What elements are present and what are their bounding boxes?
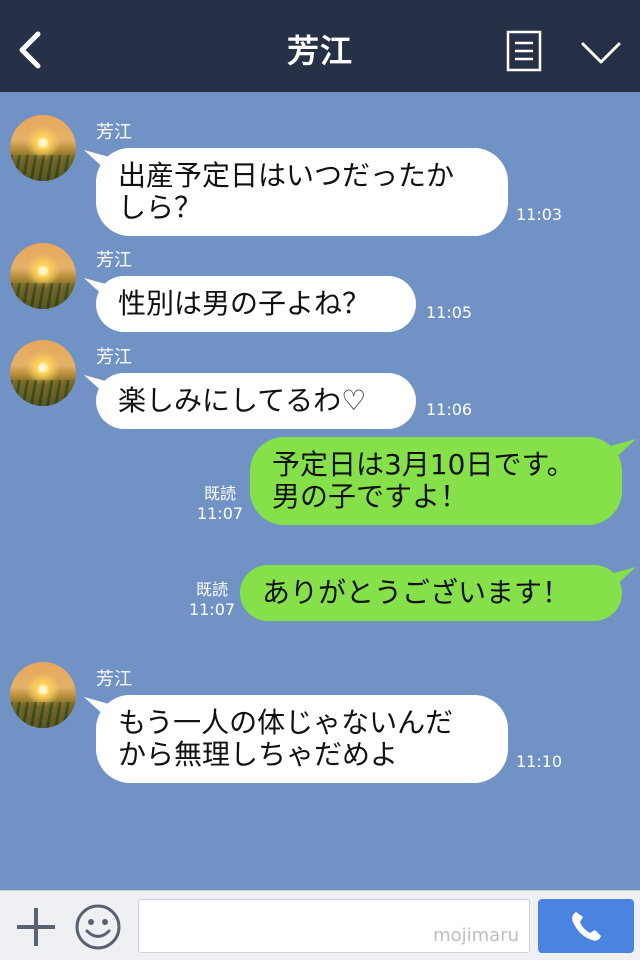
avatar[interactable] (10, 662, 76, 728)
message-text-line: もう一人の体じゃないんだ (118, 706, 454, 739)
read-label: 既読 (203, 484, 236, 503)
avatar[interactable] (10, 243, 76, 309)
bubble-tail (612, 439, 636, 461)
incoming-message-bubble[interactable]: 楽しみにしてるわ♡ (96, 373, 416, 429)
sender-name: 芳江 (96, 669, 132, 690)
message-input[interactable]: mojimaru (138, 899, 530, 953)
message-text: 性別は男の子よね？ (118, 287, 371, 320)
message-text-line: から無理しちゃだめよ (118, 738, 399, 771)
read-receipt: 既読 11:07 (196, 484, 244, 524)
message-text-line: しら？ (118, 191, 203, 224)
message-text: 楽しみにしてるわ♡ (118, 384, 367, 417)
incoming-message-bubble[interactable]: もう一人の体じゃないんだ から無理しちゃだめよ (96, 695, 508, 783)
read-label: 既読 (195, 580, 228, 599)
read-receipt: 既読 11:07 (186, 580, 238, 620)
watermark-text: mojimaru (433, 925, 519, 946)
message-time: 11:05 (426, 303, 473, 322)
incoming-message-bubble[interactable]: 性別は男の子よね？ (96, 276, 416, 332)
chevron-down-icon[interactable] (580, 38, 622, 68)
plus-icon[interactable] (14, 905, 58, 949)
sender-name: 芳江 (96, 122, 132, 143)
chat-header: 芳江 (0, 0, 640, 92)
message-time: 11:03 (516, 205, 563, 224)
message-time: 11:06 (426, 400, 473, 419)
message-time: 11:10 (516, 752, 563, 771)
emoji-icon[interactable] (74, 903, 122, 951)
message-composer: mojimaru (0, 890, 640, 960)
bubble-tail (612, 567, 636, 589)
outgoing-message-bubble[interactable]: 予定日は3月10日です。 男の子ですよ！ (250, 437, 622, 525)
call-button[interactable] (538, 899, 634, 953)
outgoing-message-bubble[interactable]: ありがとうございます！ (240, 565, 622, 621)
message-time: 11:07 (188, 600, 236, 619)
phone-icon (572, 912, 601, 941)
chat-title: 芳江 (286, 32, 353, 70)
menu-list-icon[interactable] (506, 30, 542, 72)
sender-name: 芳江 (96, 250, 132, 271)
avatar[interactable] (10, 340, 76, 406)
message-text-line: 男の子ですよ！ (272, 480, 469, 513)
chat-area[interactable]: 芳江 出産予定日はいつだったか しら？ 11:03 芳江 性別は男の子よね？ 1… (0, 92, 640, 890)
avatar[interactable] (10, 115, 76, 181)
message-text-line: 予定日は3月10日です。 (272, 448, 575, 481)
message-text-line: 出産予定日はいつだったか (118, 159, 455, 192)
sender-name: 芳江 (96, 347, 132, 368)
message-time: 11:07 (196, 504, 244, 523)
incoming-message-bubble[interactable]: 出産予定日はいつだったか しら？ (96, 148, 508, 236)
message-text: ありがとうございます！ (262, 576, 571, 609)
